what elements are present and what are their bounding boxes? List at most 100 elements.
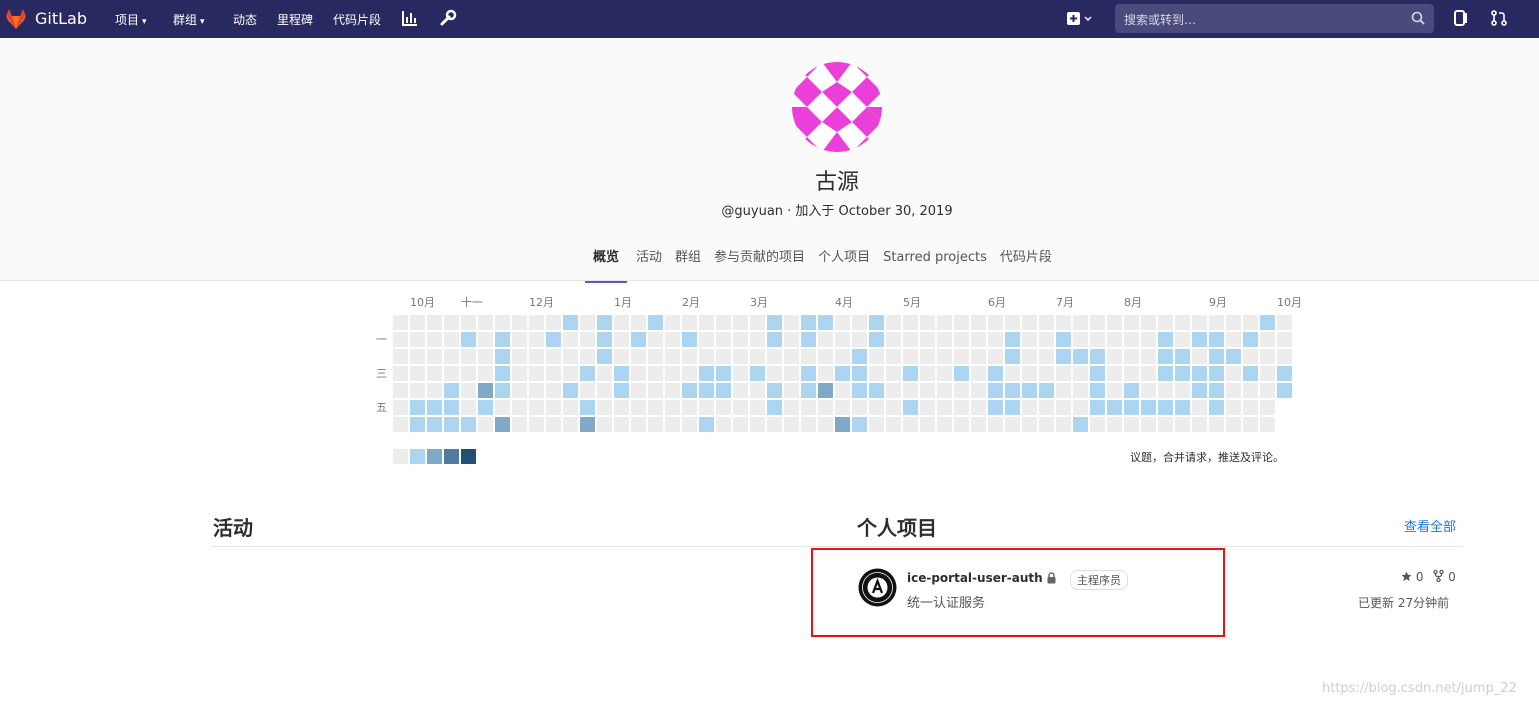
contribution-day-cell[interactable] [852, 349, 867, 364]
contribution-day-cell[interactable] [648, 332, 663, 347]
contribution-day-cell[interactable] [852, 400, 867, 415]
contribution-day-cell[interactable] [1243, 349, 1258, 364]
contribution-day-cell[interactable] [767, 400, 782, 415]
contribution-day-cell[interactable] [495, 366, 510, 381]
contribution-day-cell[interactable] [427, 332, 442, 347]
contribution-day-cell[interactable] [903, 383, 918, 398]
contribution-day-cell[interactable] [546, 383, 561, 398]
contribution-day-cell[interactable] [546, 417, 561, 432]
contribution-day-cell[interactable] [597, 349, 612, 364]
contribution-day-cell[interactable] [852, 332, 867, 347]
contribution-day-cell[interactable] [495, 315, 510, 330]
contribution-day-cell[interactable] [580, 315, 595, 330]
contribution-day-cell[interactable] [767, 383, 782, 398]
contribution-day-cell[interactable] [1175, 417, 1190, 432]
nav-milestones[interactable]: 里程碑 [277, 11, 313, 28]
contribution-day-cell[interactable] [954, 400, 969, 415]
contribution-day-cell[interactable] [682, 332, 697, 347]
contribution-day-cell[interactable] [1056, 400, 1071, 415]
contribution-day-cell[interactable] [495, 400, 510, 415]
contribution-day-cell[interactable] [1090, 417, 1105, 432]
contribution-day-cell[interactable] [852, 417, 867, 432]
contribution-day-cell[interactable] [580, 366, 595, 381]
contribution-day-cell[interactable] [1022, 349, 1037, 364]
contribution-day-cell[interactable] [461, 349, 476, 364]
contribution-day-cell[interactable] [1158, 383, 1173, 398]
contribution-day-cell[interactable] [1056, 366, 1071, 381]
tab-overview[interactable]: 概览 [585, 248, 628, 283]
contribution-day-cell[interactable] [699, 349, 714, 364]
contribution-day-cell[interactable] [886, 383, 901, 398]
contribution-day-cell[interactable] [1243, 366, 1258, 381]
contribution-day-cell[interactable] [716, 400, 731, 415]
contribution-day-cell[interactable] [1158, 332, 1173, 347]
contribution-day-cell[interactable] [1209, 383, 1224, 398]
contribution-day-cell[interactable] [512, 332, 527, 347]
contribution-day-cell[interactable] [1124, 315, 1139, 330]
contribution-day-cell[interactable] [410, 383, 425, 398]
contribution-day-cell[interactable] [1158, 400, 1173, 415]
contribution-day-cell[interactable] [1226, 366, 1241, 381]
contribution-day-cell[interactable] [903, 400, 918, 415]
contribution-day-cell[interactable] [427, 400, 442, 415]
contribution-day-cell[interactable] [478, 400, 493, 415]
contribution-day-cell[interactable] [580, 417, 595, 432]
contribution-day-cell[interactable] [699, 315, 714, 330]
contribution-day-cell[interactable] [1243, 315, 1258, 330]
contribution-day-cell[interactable] [682, 383, 697, 398]
contribution-day-cell[interactable] [614, 366, 629, 381]
nav-snippets[interactable]: 代码片段 [333, 11, 381, 28]
contribution-day-cell[interactable] [665, 332, 680, 347]
contribution-day-cell[interactable] [1158, 417, 1173, 432]
contribution-day-cell[interactable] [1175, 400, 1190, 415]
contribution-day-cell[interactable] [835, 315, 850, 330]
contribution-day-cell[interactable] [1192, 417, 1207, 432]
contribution-day-cell[interactable] [393, 349, 408, 364]
contribution-day-cell[interactable] [1107, 332, 1122, 347]
wrench-icon[interactable] [439, 9, 457, 27]
contribution-day-cell[interactable] [971, 400, 986, 415]
contribution-day-cell[interactable] [682, 315, 697, 330]
contribution-day-cell[interactable] [1022, 400, 1037, 415]
contribution-day-cell[interactable] [1107, 366, 1122, 381]
contribution-day-cell[interactable] [903, 417, 918, 432]
contribution-day-cell[interactable] [988, 417, 1003, 432]
contribution-day-cell[interactable] [750, 315, 765, 330]
contribution-day-cell[interactable] [1005, 417, 1020, 432]
contribution-day-cell[interactable] [546, 332, 561, 347]
contribution-day-cell[interactable] [750, 366, 765, 381]
contribution-day-cell[interactable] [903, 332, 918, 347]
contribution-day-cell[interactable] [512, 349, 527, 364]
contribution-day-cell[interactable] [1005, 366, 1020, 381]
contribution-day-cell[interactable] [512, 315, 527, 330]
contribution-day-cell[interactable] [1090, 332, 1105, 347]
contribution-day-cell[interactable] [971, 349, 986, 364]
contribution-day-cell[interactable] [716, 349, 731, 364]
contribution-day-cell[interactable] [1022, 417, 1037, 432]
contribution-day-cell[interactable] [444, 417, 459, 432]
contribution-day-cell[interactable] [1158, 349, 1173, 364]
contribution-day-cell[interactable] [886, 349, 901, 364]
contribution-day-cell[interactable] [648, 315, 663, 330]
contribution-day-cell[interactable] [1226, 349, 1241, 364]
contribution-day-cell[interactable] [427, 366, 442, 381]
contribution-day-cell[interactable] [1192, 383, 1207, 398]
tab-snippets[interactable]: 代码片段 [1000, 248, 1052, 281]
contribution-day-cell[interactable] [478, 349, 493, 364]
contribution-day-cell[interactable] [1124, 383, 1139, 398]
contribution-day-cell[interactable] [818, 349, 833, 364]
contribution-day-cell[interactable] [597, 332, 612, 347]
contribution-day-cell[interactable] [410, 315, 425, 330]
contribution-day-cell[interactable] [818, 366, 833, 381]
contribution-day-cell[interactable] [818, 383, 833, 398]
contribution-day-cell[interactable] [954, 332, 969, 347]
contribution-day-cell[interactable] [665, 400, 680, 415]
contribution-day-cell[interactable] [1209, 400, 1224, 415]
contribution-day-cell[interactable] [1209, 315, 1224, 330]
fork-count[interactable]: 0 [1448, 570, 1456, 584]
contribution-day-cell[interactable] [920, 315, 935, 330]
contribution-day-cell[interactable] [427, 315, 442, 330]
contribution-day-cell[interactable] [1090, 349, 1105, 364]
contribution-day-cell[interactable] [478, 417, 493, 432]
contribution-day-cell[interactable] [1158, 315, 1173, 330]
